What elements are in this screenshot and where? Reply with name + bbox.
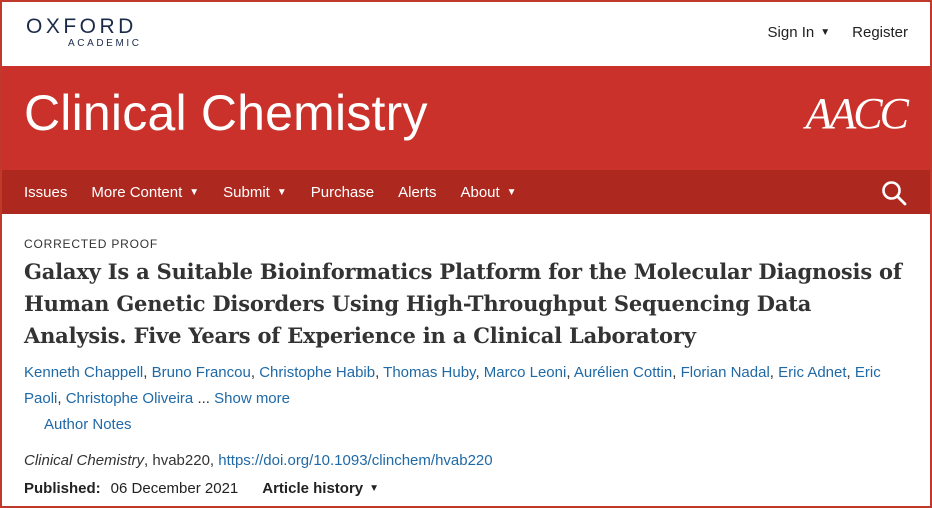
corrected-proof-label: CORRECTED PROOF [24, 237, 159, 251]
author-separator: , [566, 364, 574, 381]
author-separator: , [672, 364, 681, 381]
journal-banner: Clinical Chemistry AACC [2, 66, 930, 170]
nav-item-alerts[interactable]: Alerts [398, 184, 436, 201]
author-list: Kenneth Chappell, Bruno Francou, Christo… [24, 360, 904, 412]
author-link[interactable]: Eric Adnet [778, 364, 846, 381]
published-label: Published: [24, 480, 101, 497]
search-button[interactable] [880, 179, 908, 207]
author-separator: , [250, 364, 260, 381]
citation-line: Clinical Chemistry, hvab220, https://doi… [24, 450, 904, 472]
chevron-down-icon: ▼ [820, 27, 831, 38]
author-notes-link[interactable]: Author Notes [44, 412, 132, 438]
author-link[interactable]: Aurélien Cottin [574, 364, 672, 381]
register-label: Register [852, 24, 908, 41]
author-separator: , [769, 364, 779, 381]
sign-in-link[interactable]: Sign In ▼ [768, 24, 831, 41]
show-more-link[interactable]: Show more [214, 390, 290, 407]
nav-item-issues[interactable]: Issues [24, 184, 67, 201]
author-link[interactable]: Christophe Habib [259, 364, 375, 381]
publication-row: Published: 06 December 2021 Article hist… [24, 478, 904, 500]
account-links: Sign In ▼ Register [768, 24, 908, 41]
chevron-down-icon: ▼ [506, 186, 517, 198]
author-link[interactable]: Bruno Francou [152, 364, 251, 381]
nav-item-label: More Content [91, 183, 183, 201]
nav-item-label: About [460, 183, 500, 201]
doi-link[interactable]: https://doi.org/10.1093/clinchem/hvab220 [218, 452, 492, 469]
published-date: 06 December 2021 [110, 480, 239, 497]
article-header: CORRECTED PROOF Galaxy Is a Suitable Bio… [24, 236, 904, 500]
chevron-down-icon: ▼ [369, 483, 380, 494]
nav-item-submit[interactable]: Submit ▼ [223, 184, 287, 201]
article-id: , hvab220, [144, 452, 219, 469]
nav-items: Issues More Content ▼ Submit ▼ Purchase Alerts… [24, 170, 517, 214]
article-history-label: Article history [262, 480, 364, 497]
author-separator: , [475, 364, 484, 381]
top-bar: OXFORD ACADEMIC Sign In ▼ Register [2, 2, 930, 66]
author-link[interactable]: Thomas Huby [383, 364, 475, 381]
article-title: Galaxy Is a Suitable Bioinformatics Plat… [24, 259, 902, 348]
chevron-down-icon: ▼ [276, 186, 287, 198]
article-history-toggle[interactable]: Article history ▼ [262, 478, 379, 500]
author-separator: , [143, 364, 152, 381]
nav-item-label: Purchase [310, 183, 375, 201]
author-ellipsis: ... [197, 390, 210, 407]
aacc-logo[interactable]: AACC [806, 90, 909, 138]
logo-sub-text: ACADEMIC [68, 38, 142, 49]
oxford-academic-logo[interactable]: OXFORD ACADEMIC [26, 16, 156, 50]
author-link[interactable]: Florian Nadal [681, 364, 770, 381]
nav-item-label: Issues [24, 183, 68, 201]
logo-main-text: OXFORD [26, 15, 137, 38]
journal-nav: Issues More Content ▼ Submit ▼ Purchase Alerts… [2, 170, 930, 214]
nav-item-label: Submit [223, 183, 270, 201]
sign-in-label: Sign In [767, 24, 815, 41]
register-link[interactable]: Register [852, 24, 908, 41]
author-separator: , [375, 364, 384, 381]
author-link[interactable]: Kenneth Chappell [24, 364, 143, 381]
author-separator: , [57, 390, 66, 407]
nav-item-about[interactable]: About ▼ [460, 184, 516, 201]
journal-name: Clinical Chemistry [24, 452, 145, 469]
nav-item-label: Alerts [398, 183, 437, 201]
author-separator: , [846, 364, 855, 381]
author-link[interactable]: Marco Leoni [484, 364, 567, 381]
nav-item-purchase[interactable]: Purchase [311, 184, 374, 201]
search-icon [882, 181, 907, 206]
nav-item-more-content[interactable]: More Content ▼ [91, 184, 199, 201]
author-link[interactable]: Christophe Oliveira [66, 390, 194, 407]
chevron-down-icon: ▼ [189, 186, 200, 198]
journal-title[interactable]: Clinical Chemistry [24, 82, 428, 144]
